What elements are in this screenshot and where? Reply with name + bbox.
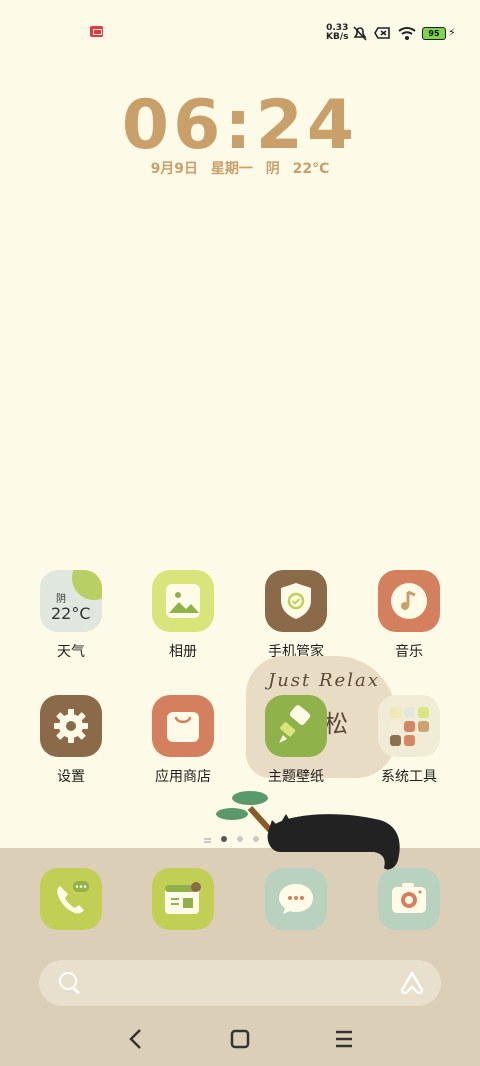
weather-condition: 阴 <box>265 161 280 177</box>
status-bar: 0.33 KB/s 95 ⚡ <box>0 0 480 62</box>
dock-messages[interactable] <box>265 868 327 930</box>
app-store[interactable]: 应用商店 <box>138 695 228 786</box>
battery-icon: 95 <box>422 27 446 40</box>
recents-button[interactable] <box>329 1024 359 1054</box>
camera-icon <box>392 883 426 913</box>
notification-app-icon <box>90 26 103 37</box>
shield-icon <box>265 570 327 632</box>
relax-text: Just Relax <box>268 670 380 691</box>
phone-icon <box>57 881 89 914</box>
browser-icon <box>165 882 201 914</box>
assistant-icon[interactable] <box>399 970 425 996</box>
app-music[interactable]: 音乐 <box>364 570 454 661</box>
dock-phone[interactable] <box>40 868 102 930</box>
battery-level: 95 <box>428 29 440 38</box>
app-label: 音乐 <box>395 644 423 660</box>
app-label: 主题壁纸 <box>268 769 324 785</box>
messages-icon <box>279 884 313 914</box>
app-weather[interactable]: 阴 22°C 天气 <box>26 570 116 661</box>
app-label: 相册 <box>169 644 197 660</box>
sleeping-cat-illustration <box>216 791 400 870</box>
paint-brush-icon <box>265 695 327 757</box>
mute-icon <box>353 26 367 41</box>
clock-time[interactable]: 06:24 <box>0 86 480 165</box>
home-button[interactable] <box>225 1024 255 1054</box>
charging-icon: ⚡ <box>448 26 456 39</box>
gear-icon <box>40 695 102 757</box>
net-speed-unit: KB/s <box>326 32 349 42</box>
app-themes[interactable]: 主题壁纸 <box>251 695 341 786</box>
temperature: 22°C <box>292 161 330 177</box>
network-speed: 0.33 KB/s <box>326 24 348 42</box>
weather-widget-temp: 22°C <box>51 604 91 623</box>
dock-browser[interactable] <box>152 868 214 930</box>
sun-icon <box>72 570 102 600</box>
shopping-bag-icon <box>152 695 214 757</box>
weather-app-icon: 阴 22°C <box>40 570 102 632</box>
app-settings[interactable]: 设置 <box>26 695 116 786</box>
date-weather-line[interactable]: 9月9日 星期一 阴 22°C <box>0 158 480 178</box>
weather-widget-condition: 阴 <box>56 594 66 605</box>
search-icon <box>59 972 77 990</box>
folder-icon <box>378 695 440 757</box>
app-security[interactable]: 手机管家 <box>251 570 341 661</box>
app-label: 系统工具 <box>381 769 437 785</box>
app-label: 天气 <box>57 644 85 660</box>
app-gallery[interactable]: 相册 <box>138 570 228 661</box>
folder-system-tools[interactable]: 系统工具 <box>364 695 454 786</box>
no-sim-icon <box>374 27 390 39</box>
app-label: 应用商店 <box>155 769 211 785</box>
date: 9月9日 <box>150 161 199 177</box>
back-button[interactable] <box>121 1024 151 1054</box>
wifi-icon <box>398 27 416 40</box>
weekday: 星期一 <box>210 161 253 177</box>
music-icon <box>378 570 440 632</box>
search-bar[interactable] <box>39 960 441 1006</box>
app-label: 设置 <box>57 769 85 785</box>
dock-camera[interactable] <box>378 868 440 930</box>
gallery-icon <box>152 570 214 632</box>
